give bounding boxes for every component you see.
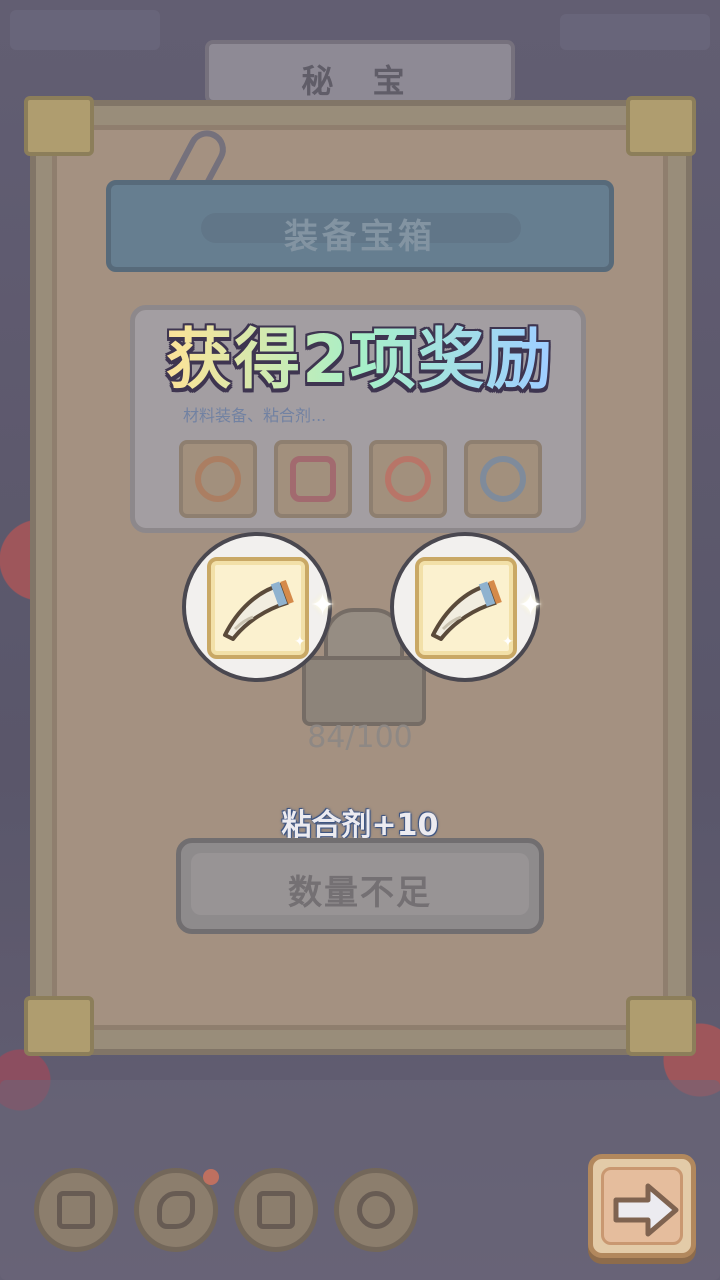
mask-icon[interactable]	[334, 1168, 418, 1252]
amulet-icon[interactable]	[369, 440, 447, 518]
rock-decoration	[10, 10, 160, 50]
ring-icon[interactable]	[179, 440, 257, 518]
flashlight-glyph	[157, 1191, 195, 1229]
next-button[interactable]	[588, 1154, 696, 1258]
ring-glyph	[195, 456, 241, 502]
panel-corner	[24, 996, 94, 1056]
chest-progress: 84/100	[307, 720, 413, 755]
reward-item[interactable]: ✦ ✦	[390, 532, 544, 682]
open-chest-button[interactable]: 数量不足	[176, 838, 544, 934]
panel-corner	[626, 96, 696, 156]
tag-glyph	[290, 456, 336, 502]
arrow-right-icon	[613, 1183, 679, 1237]
chest-title: 装备宝箱	[284, 217, 436, 257]
sparkle-icon: ✦	[310, 588, 336, 623]
chest-header: 装备宝箱	[106, 180, 614, 272]
panel-corner	[626, 996, 696, 1056]
horn-icon	[431, 579, 502, 641]
treasure-chest-icon[interactable]	[234, 1168, 318, 1252]
bracelet-icon[interactable]	[464, 440, 542, 518]
map-icon[interactable]	[34, 1168, 118, 1252]
mask-glyph	[357, 1191, 395, 1229]
top-title: 秘 宝	[301, 62, 419, 100]
chest-description: 材料装备、粘合剂...	[183, 406, 327, 425]
next-button-face	[601, 1167, 683, 1245]
sparkle-icon: ✦	[294, 634, 306, 650]
sparkle-icon: ✦	[502, 634, 514, 650]
flashlight-icon[interactable]	[134, 1168, 219, 1252]
panel-corner	[24, 96, 94, 156]
sparkle-icon: ✦	[518, 588, 544, 623]
top-title-plate: 秘 宝	[205, 40, 515, 104]
reward-item[interactable]: ✦ ✦	[182, 532, 336, 682]
chest-body	[302, 656, 426, 726]
horn-icon	[223, 579, 294, 641]
map-glyph	[57, 1191, 95, 1229]
bracelet-glyph	[480, 456, 526, 502]
chest-glyph	[257, 1191, 295, 1229]
amulet-glyph	[385, 456, 431, 502]
reward-heading: 获得2项奖励	[0, 306, 720, 402]
tag-icon[interactable]	[274, 440, 352, 518]
notification-dot	[203, 1169, 219, 1185]
rock-decoration	[560, 14, 710, 50]
open-chest-button-label: 数量不足	[288, 873, 432, 913]
